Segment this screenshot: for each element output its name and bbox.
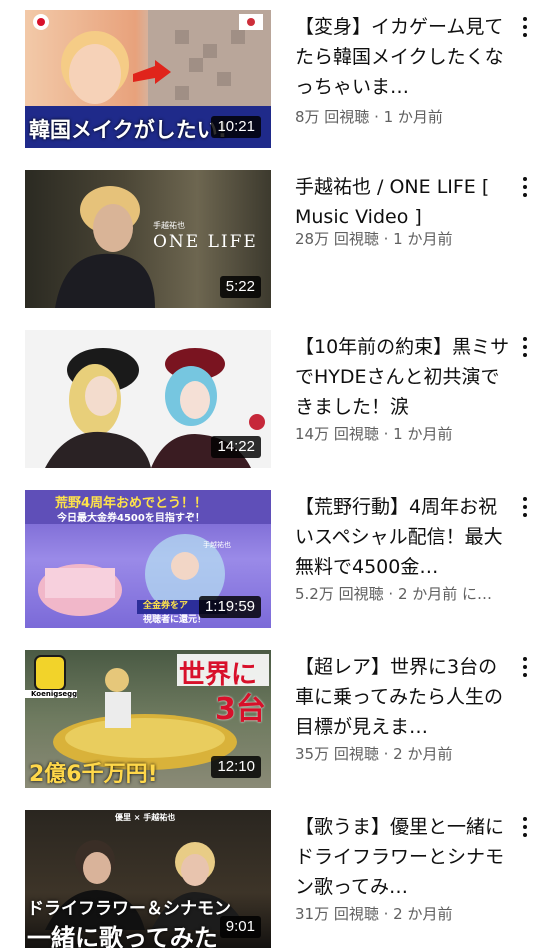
more-vert-icon[interactable] — [518, 652, 532, 682]
video-thumbnail[interactable]: 手越祐也 ONE LIFE 5:22 — [25, 170, 271, 308]
video-list: 韓国メイクがしたい! 10:21 【変身】イカゲーム見てたら韓国メイクしたくなっ… — [0, 0, 550, 950]
duration-badge: 5:22 — [219, 276, 261, 298]
view-count: 31万 回視聴 — [295, 905, 379, 923]
video-title[interactable]: 【歌うま】優里と一緒にドライフラワーとシナモン歌ってみ… — [295, 812, 510, 902]
video-item[interactable]: 手越祐也 ONE LIFE 5:22 手越祐也 / ONE LIFE [ Mus… — [0, 160, 550, 310]
thumbnail-small-label: Koenigsegg — [31, 690, 78, 698]
video-item[interactable]: 荒野4周年おめでとう！！ 今日最大金券4500を目指すぞ！ 手越祐也 全金券をア… — [0, 480, 550, 630]
video-thumbnail[interactable]: 優里 × 手越祐也 ドライフラワー＆シナモン 一緒に歌ってみた 9:01 — [25, 810, 271, 948]
video-meta: 31万 回視聴 · 2 か月前 — [295, 903, 520, 924]
video-item[interactable]: 韓国メイクがしたい! 10:21 【変身】イカゲーム見てたら韓国メイクしたくなっ… — [0, 0, 550, 150]
video-thumbnail[interactable]: 韓国メイクがしたい! 10:21 — [25, 10, 271, 148]
video-title[interactable]: 【超レア】世界に3台の車に乗ってみたら人生の目標が見えま… — [295, 652, 510, 742]
duration-badge: 12:10 — [211, 756, 261, 778]
more-vert-icon[interactable] — [518, 172, 532, 202]
video-item[interactable]: 14:22 【10年前の約束】黒ミサでHYDEさんと初共演できました！涙 14万… — [0, 320, 550, 470]
thumbnail-caption: ONE LIFE — [153, 232, 258, 252]
video-item[interactable]: Koenigsegg 世界に 3台 2億6千万円! 12:10 【超レア】世界に… — [0, 640, 550, 790]
meta-separator: · — [378, 905, 394, 923]
meta-separator: · — [383, 585, 398, 603]
more-vert-icon[interactable] — [518, 812, 532, 842]
meta-separator: · — [378, 425, 394, 443]
video-title[interactable]: 【変身】イカゲーム見てたら韓国メイクしたくなっちゃいま… — [295, 12, 510, 102]
duration-badge: 9:01 — [219, 916, 261, 938]
thumbnail-caption-2: 3台 — [215, 692, 266, 727]
view-count: 35万 回視聴 — [295, 745, 379, 763]
video-thumbnail[interactable]: Koenigsegg 世界に 3台 2億6千万円! 12:10 — [25, 650, 271, 788]
video-meta: 5.2万 回視聴 · 2 か月前 に… — [295, 583, 520, 604]
video-meta: 28万 回視聴 · 1 か月前 — [295, 228, 520, 249]
meta-separator: · — [369, 108, 384, 126]
video-title[interactable]: 【10年前の約束】黒ミサでHYDEさんと初共演できました！涙 — [295, 332, 510, 422]
upload-age: 2 か月前 — [393, 905, 453, 923]
view-count: 8万 回視聴 — [295, 108, 370, 126]
duration-badge: 14:22 — [211, 436, 261, 458]
upload-age: 1 か月前 — [383, 108, 443, 126]
video-meta: 8万 回視聴 · 1 か月前 — [295, 106, 520, 127]
upload-age: 1 か月前 — [393, 230, 453, 248]
thumbnail-caption: ドライフラワー＆シナモン — [27, 899, 231, 919]
view-count: 5.2万 回視聴 — [295, 585, 384, 603]
video-thumbnail[interactable]: 14:22 — [25, 330, 271, 468]
thumbnail-small-label: 優里 × 手越祐也 — [115, 813, 176, 822]
thumbnail-caption-2: 一緒に歌ってみた — [27, 924, 218, 948]
meta-separator: · — [378, 230, 394, 248]
upload-age: 2 か月前 — [393, 745, 453, 763]
upload-age: 2 か月前 に… — [397, 585, 493, 603]
thumbnail-caption: 韓国メイクがしたい! — [29, 118, 228, 142]
more-vert-icon[interactable] — [518, 492, 532, 522]
thumbnail-caption-4: 視聴者に還元！ — [143, 615, 207, 625]
view-count: 14万 回視聴 — [295, 425, 379, 443]
thumbnail-small-label: 手越祐也 — [153, 221, 185, 230]
thumbnail-caption-3: 全金券をア — [143, 601, 189, 611]
upload-age: 1 か月前 — [393, 425, 453, 443]
video-meta: 14万 回視聴 · 1 か月前 — [295, 423, 520, 444]
video-title[interactable]: 【荒野行動】4周年お祝いスペシャル配信！最大無料で4500金… — [295, 492, 510, 582]
duration-badge: 10:21 — [211, 116, 261, 138]
more-vert-icon[interactable] — [518, 332, 532, 362]
thumbnail-caption-2: 今日最大金券4500を目指すぞ！ — [57, 513, 205, 524]
view-count: 28万 回視聴 — [295, 230, 379, 248]
meta-separator: · — [378, 745, 394, 763]
more-vert-icon[interactable] — [518, 12, 532, 42]
video-meta: 35万 回視聴 · 2 か月前 — [295, 743, 520, 764]
video-thumbnail[interactable]: 荒野4周年おめでとう！！ 今日最大金券4500を目指すぞ！ 手越祐也 全金券をア… — [25, 490, 271, 628]
thumbnail-small-label: 手越祐也 — [203, 541, 231, 549]
video-item[interactable]: 優里 × 手越祐也 ドライフラワー＆シナモン 一緒に歌ってみた 9:01 【歌う… — [0, 800, 550, 950]
duration-badge: 1:19:59 — [198, 596, 261, 618]
thumbnail-caption-3: 2億6千万円! — [29, 762, 158, 787]
video-title[interactable]: 手越祐也 / ONE LIFE [ Music Video ] — [295, 172, 510, 232]
